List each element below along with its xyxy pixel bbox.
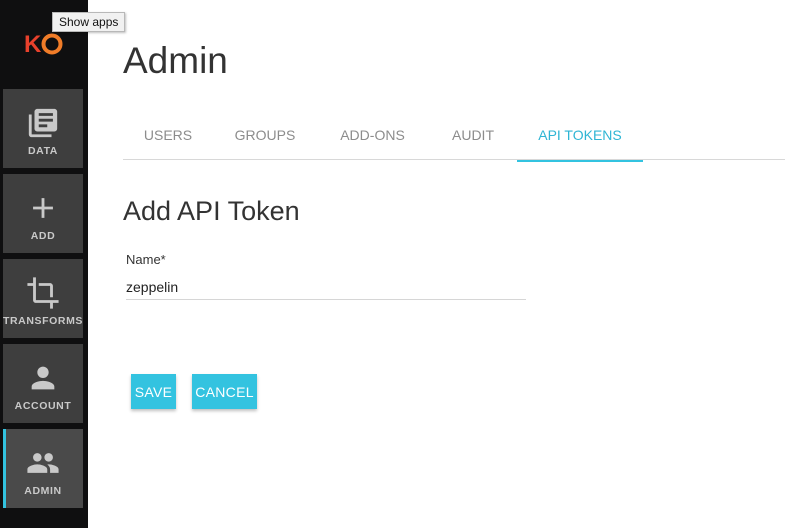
svg-text:K: K: [24, 31, 42, 57]
sidebar-item-admin[interactable]: ADMIN: [3, 429, 83, 508]
admin-tabs: USERS GROUPS ADD-ONS AUDIT API TOKENS: [123, 110, 785, 162]
name-field-label: Name*: [126, 252, 166, 267]
name-field[interactable]: [126, 274, 526, 300]
page-title: Admin: [123, 40, 228, 81]
person-icon: [31, 366, 55, 390]
cancel-button[interactable]: CANCEL: [192, 374, 257, 409]
tab-users[interactable]: USERS: [123, 110, 213, 160]
sidebar-item-data[interactable]: DATA: [3, 89, 83, 168]
sidebar-item-add[interactable]: ADD: [3, 174, 83, 253]
sidebar-item-label: ADMIN: [24, 485, 62, 497]
tab-groups[interactable]: GROUPS: [213, 110, 317, 160]
sidebar-item-label: ACCOUNT: [14, 400, 72, 412]
form-title: Add API Token: [123, 196, 300, 226]
sidebar-item-label: TRANSFORMS: [2, 315, 84, 327]
tab-api-tokens[interactable]: API TOKENS: [517, 110, 643, 162]
crop-icon: [27, 277, 59, 309]
save-button[interactable]: SAVE: [131, 374, 176, 409]
app-logo[interactable]: K: [24, 31, 64, 57]
library-books-icon: [28, 108, 58, 138]
sidebar-item-account[interactable]: ACCOUNT: [3, 344, 83, 423]
tab-add-ons[interactable]: ADD-ONS: [317, 110, 428, 160]
show-apps-tooltip: Show apps: [52, 12, 126, 32]
main-content: Admin USERS GROUPS ADD-ONS AUDIT API TOK…: [88, 0, 785, 528]
sidebar: K DATA ADD TRANSFORMS ACCOUNT ADMIN: [0, 0, 88, 528]
sidebar-item-label: DATA: [27, 145, 58, 157]
sidebar-item-transforms[interactable]: TRANSFORMS: [3, 259, 83, 338]
plus-icon: [33, 198, 53, 218]
people-icon: [27, 453, 59, 473]
sidebar-item-label: ADD: [30, 230, 56, 242]
tab-audit[interactable]: AUDIT: [428, 110, 518, 160]
